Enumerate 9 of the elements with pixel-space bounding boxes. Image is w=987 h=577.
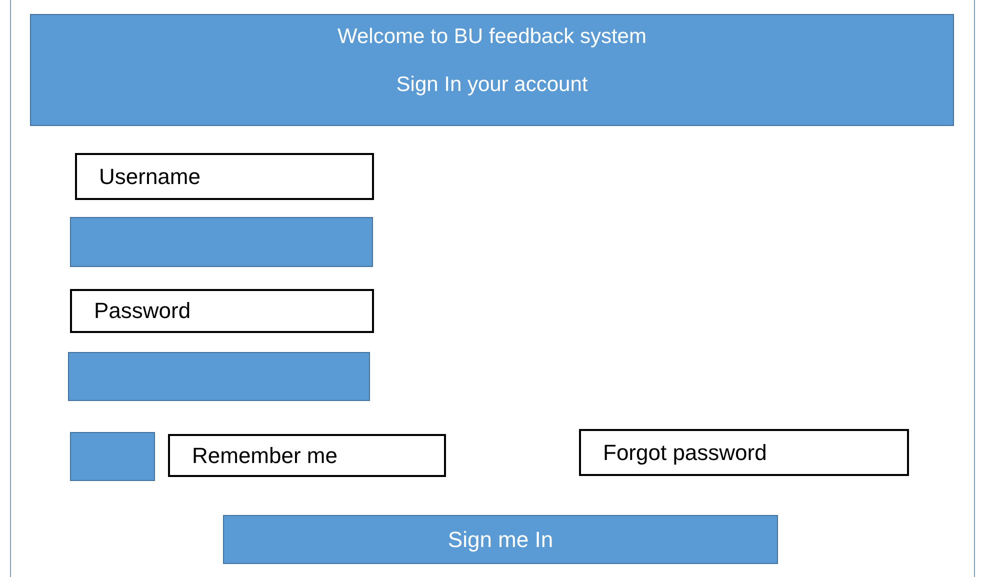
- forgot-password-link[interactable]: Forgot password: [579, 429, 909, 476]
- remember-checkbox[interactable]: [70, 432, 155, 481]
- username-field[interactable]: [70, 217, 373, 267]
- remember-label: Remember me: [168, 434, 446, 477]
- password-label: Password: [70, 289, 374, 333]
- welcome-title: Welcome to BU feedback system: [338, 25, 646, 49]
- username-label: Username: [75, 153, 374, 200]
- sign-in-subtitle: Sign In your account: [396, 73, 588, 97]
- password-field[interactable]: [68, 352, 370, 401]
